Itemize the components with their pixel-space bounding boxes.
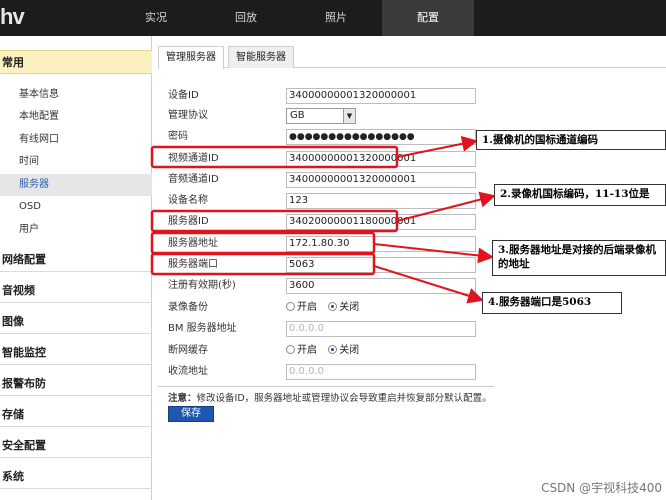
sidebar-group-network[interactable]: 网络配置 <box>0 248 152 272</box>
offline-cache-on-radio[interactable] <box>286 345 295 354</box>
collection-address-input[interactable]: 0.0.0.0 <box>286 364 476 380</box>
label-protocol: 管理协议 <box>168 110 208 121</box>
offline-cache-off-label: 关闭 <box>339 345 360 356</box>
annotation-4: 4.服务器端口是5063 <box>482 292 622 314</box>
label-video-channel-id: 视频通道ID <box>168 153 219 164</box>
server-address-input[interactable]: 172.1.80.30 <box>286 236 476 252</box>
bm-server-address-input[interactable]: 0.0.0.0 <box>286 321 476 337</box>
sidebar-item-wired-port[interactable]: 有线网口 <box>0 129 152 151</box>
registration-validity-input[interactable]: 3600 <box>286 278 476 294</box>
nav-photos[interactable]: 照片 <box>306 0 366 36</box>
recording-backup-on-label: 开启 <box>297 302 317 313</box>
label-password: 密码 <box>168 131 188 142</box>
audio-channel-id-input[interactable]: 34000000001320000001 <box>286 172 476 188</box>
nav-config[interactable]: 配置 <box>382 0 474 36</box>
protocol-value: GB <box>290 110 305 121</box>
password-input[interactable]: ●●●●●●●●●●●●●●●● <box>286 129 476 145</box>
device-id-input[interactable]: 34000000001320000001 <box>286 88 476 104</box>
video-channel-id-input[interactable]: 34000000001320000001 <box>286 151 476 167</box>
label-server-address: 服务器地址 <box>168 238 218 249</box>
watermark: CSDN @宇视科技400 <box>541 481 662 495</box>
annotation-3: 3.服务器地址是对接的后端录像机的地址 <box>492 240 666 276</box>
offline-cache-off-radio[interactable] <box>328 345 338 354</box>
sidebar-group-image[interactable]: 图像 <box>0 310 152 334</box>
sidebar-group-storage[interactable]: 存储 <box>0 403 152 427</box>
label-device-id: 设备ID <box>168 90 199 101</box>
sidebar-item-osd[interactable]: OSD <box>0 196 152 218</box>
annotation-1: 1.摄像机的国标通道编码 <box>476 130 666 150</box>
tab-bar: 管理服务器 智能服务器 <box>158 46 666 69</box>
label-registration-validity: 注册有效期(秒) <box>168 280 236 291</box>
label-recording-backup: 录像备份 <box>168 302 208 313</box>
sidebar-item-basic-info[interactable]: 基本信息 <box>0 84 152 106</box>
sidebar-item-local-config[interactable]: 本地配置 <box>0 106 152 128</box>
sidebar-item-users[interactable]: 用户 <box>0 219 152 241</box>
sidebar-head-common[interactable]: 常用 <box>0 50 152 74</box>
label-device-name: 设备名称 <box>168 195 208 206</box>
brand-logo: hv <box>0 4 25 29</box>
sidebar-group-security[interactable]: 安全配置 <box>0 434 152 458</box>
offline-cache-radio-group: 开启 关闭 <box>286 343 367 359</box>
protocol-select[interactable]: GB ▼ <box>286 108 356 124</box>
note-text: 注意：修改设备ID，服务器地址或管理协议会导致重启并恢复部分默认配置。 <box>168 390 492 404</box>
sidebar-item-time[interactable]: 时间 <box>0 151 152 173</box>
tab-management-server[interactable]: 管理服务器 <box>158 46 224 69</box>
annotation-2: 2.录像机国标编码，11-13位是 <box>494 184 666 206</box>
sidebar-item-server[interactable]: 服务器 <box>0 174 152 196</box>
recording-backup-radio-group: 开启 关闭 <box>286 300 367 316</box>
sidebar-group-smart-monitor[interactable]: 智能监控 <box>0 341 152 365</box>
tab-smart-server[interactable]: 智能服务器 <box>228 46 294 68</box>
server-port-input[interactable]: 5063 <box>286 257 476 273</box>
label-bm-server-address: BM 服务器地址 <box>168 323 237 334</box>
recording-backup-off-radio[interactable] <box>328 302 338 311</box>
chevron-down-icon: ▼ <box>343 109 355 123</box>
label-collection-address: 收流地址 <box>168 366 208 377</box>
nav-live[interactable]: 实况 <box>126 0 186 36</box>
label-audio-channel-id: 音频通道ID <box>168 174 219 185</box>
top-bar: hv 实况 回放 照片 配置 <box>0 0 666 36</box>
save-button[interactable]: 保存 <box>168 406 214 422</box>
divider <box>158 386 494 387</box>
offline-cache-on-label: 开启 <box>297 345 317 356</box>
recording-backup-on-radio[interactable] <box>286 302 295 311</box>
note-prefix: 注意： <box>168 393 197 404</box>
label-server-id: 服务器ID <box>168 216 209 227</box>
sidebar-group-audio-video[interactable]: 音视频 <box>0 279 152 303</box>
nav-playback[interactable]: 回放 <box>216 0 276 36</box>
device-name-input[interactable]: 123 <box>286 193 476 209</box>
note-body: 修改设备ID，服务器地址或管理协议会导致重启并恢复部分默认配置。 <box>196 393 492 404</box>
recording-backup-off-label: 关闭 <box>339 302 360 313</box>
sidebar: 常用 基本信息 本地配置 有线网口 时间 服务器 OSD 用户 网络配置 音视频… <box>0 36 152 500</box>
label-offline-cache: 断网缓存 <box>168 345 208 356</box>
label-server-port: 服务器端口 <box>168 259 218 270</box>
sidebar-group-system[interactable]: 系统 <box>0 465 152 489</box>
server-id-input[interactable]: 34020000001180000001 <box>286 214 476 230</box>
sidebar-group-alarm[interactable]: 报警布防 <box>0 372 152 396</box>
